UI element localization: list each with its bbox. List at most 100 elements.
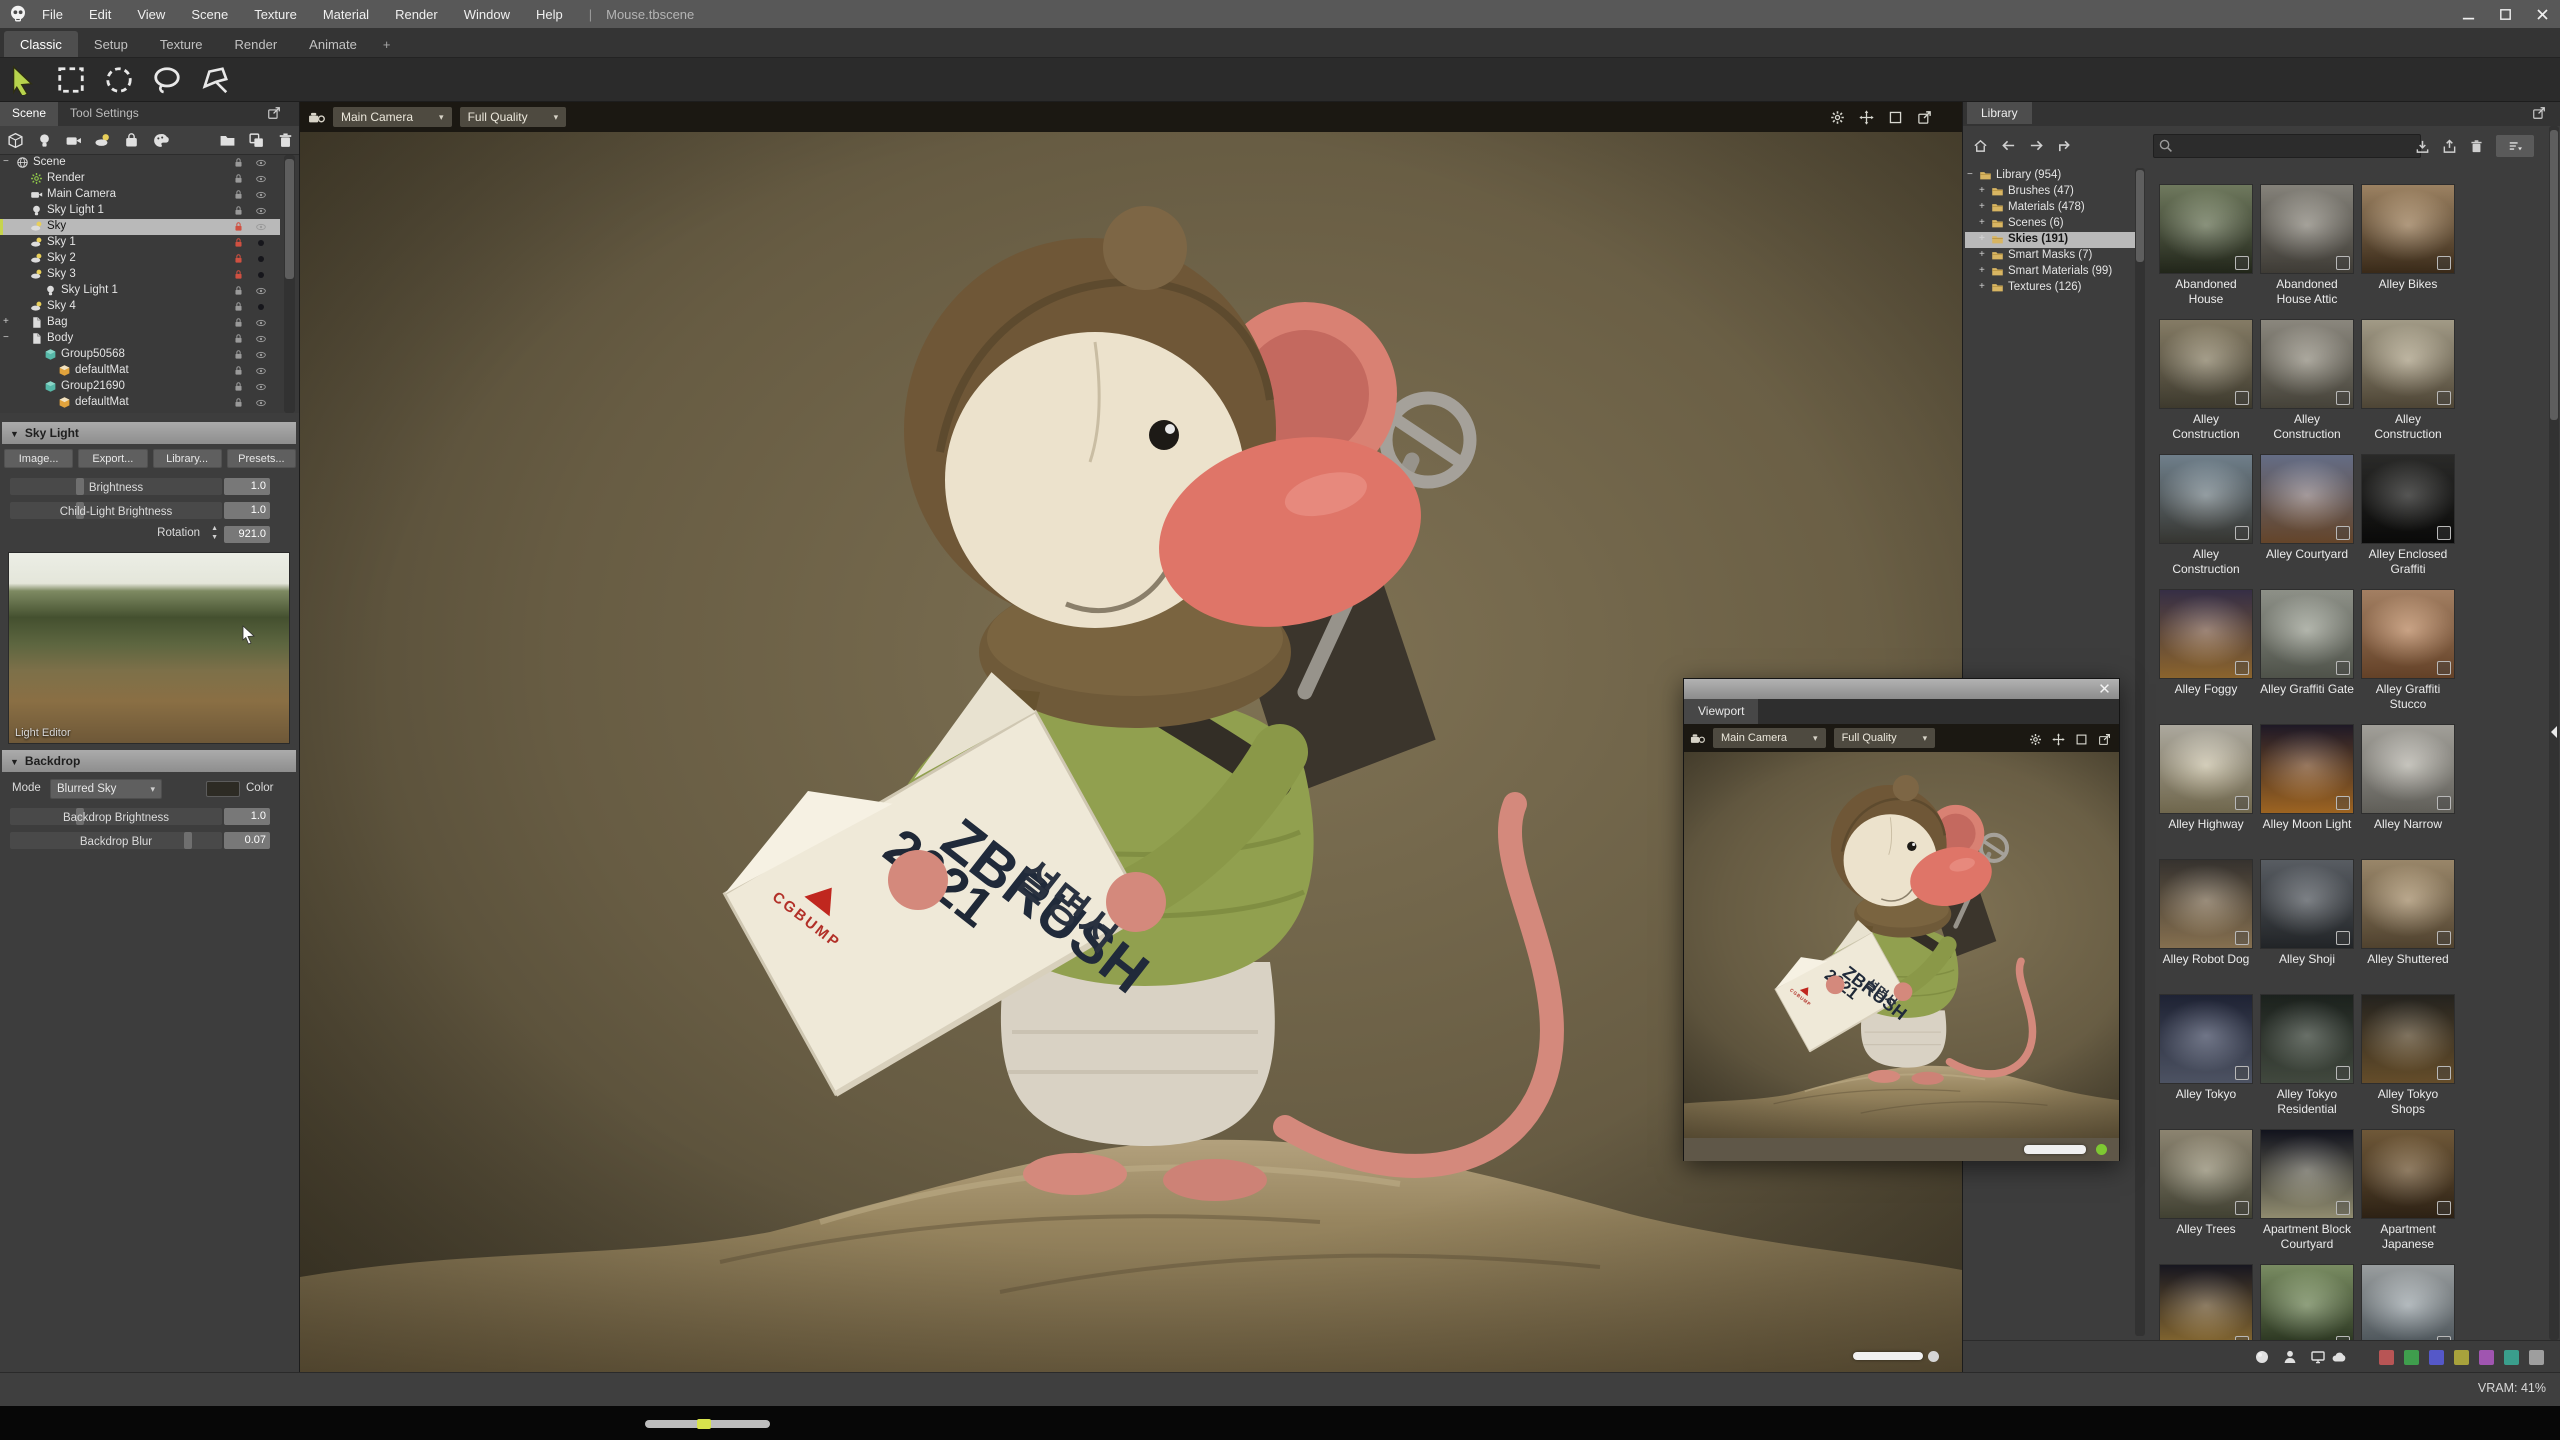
panel-collapse-arrow-icon[interactable] [2549,724,2559,740]
move-viewport-icon[interactable] [1859,110,1874,125]
menu-help[interactable]: Help [536,7,563,22]
sky-thumbnail-image[interactable] [2361,454,2455,544]
camera-dropdown[interactable]: Main Camera▾ [1713,728,1826,748]
sky-thumbnail-alley-shuttered[interactable]: Alley Shuttered [2361,859,2455,967]
lock-icon[interactable] [233,205,244,216]
scene-tree-item-defaultmat[interactable]: defaultMat [0,363,280,379]
frame-viewport-icon[interactable] [1888,110,1903,125]
menu-render[interactable]: Render [395,7,438,22]
sky-thumbnail-alley-construction[interactable]: Alley Construction [2159,454,2253,577]
thumbnail-checkbox[interactable] [2336,661,2350,675]
sky-light-button-export[interactable]: Export... [78,449,147,468]
sky-thumbnail-image[interactable] [2260,859,2354,949]
tree-expander[interactable]: + [1979,233,1985,244]
sky-thumbnail-alley-tokyo[interactable]: Alley Tokyo [2159,994,2253,1102]
sky-thumbnail-alley-shoji[interactable]: Alley Shoji [2260,859,2354,967]
thumbnail-checkbox[interactable] [2235,661,2249,675]
import-download-icon[interactable] [2415,139,2430,154]
scene-tree-item-sky-light-1[interactable]: Sky Light 1 [0,283,280,299]
sky-thumbnail-alley-bikes[interactable]: Alley Bikes [2361,184,2455,292]
thumbnail-checkbox[interactable] [2437,796,2451,810]
scene-tree-item-sky-light-1[interactable]: Sky Light 1 [0,203,280,219]
delete-trash-icon[interactable] [2469,139,2484,154]
add-camera-button[interactable] [65,132,82,149]
backdrop-brightness-value[interactable]: 1.0 [224,808,270,825]
add-cube-button[interactable] [7,132,24,149]
visibility-icon[interactable] [255,173,267,185]
sky-thumbnail-image[interactable] [2159,184,2253,274]
sky-thumbnail-image[interactable] [2260,319,2354,409]
tool-cursor-icon[interactable] [8,65,38,95]
thumbnail-checkbox[interactable] [2437,1201,2451,1215]
quality-dropdown[interactable]: Full Quality▾ [1834,728,1936,748]
tab-viewport[interactable]: Viewport [1684,699,1758,724]
sky-thumbnail-image[interactable] [2260,589,2354,679]
sky-thumbnail-image[interactable] [2260,184,2354,274]
scene-tree-item-scene[interactable]: −Scene [0,155,280,171]
menu-file[interactable]: File [42,7,63,22]
visibility-icon[interactable] [255,253,267,265]
lock-icon[interactable] [233,333,244,344]
sky-thumbnail-alley-graffiti-stucco[interactable]: Alley Graffiti Stucco [2361,589,2455,712]
library-tree-scrollbar[interactable] [2135,168,2145,1336]
sky-thumbnail-abandoned-house[interactable]: Abandoned House [2159,184,2253,307]
backdrop-brightness-slider[interactable]: Backdrop Brightness [10,808,222,825]
scene-tree-item-body[interactable]: −Body [0,331,280,347]
lock-icon[interactable] [233,157,244,168]
thumbnail-checkbox[interactable] [2235,391,2249,405]
tab-library[interactable]: Library [1967,102,2032,124]
thumbnail-checkbox[interactable] [2235,796,2249,810]
lock-icon[interactable] [233,301,244,312]
visibility-icon[interactable] [255,221,267,233]
lock-icon[interactable] [233,221,244,232]
tool-marquee-ellipse-icon[interactable] [104,65,134,95]
library-folder-brushes[interactable]: +Brushes (47) [1965,184,2141,200]
camera-dropdown[interactable]: Main Camera▾ [333,107,452,127]
visibility-icon[interactable] [255,333,267,345]
panel-tab-scene[interactable]: Scene [0,102,58,126]
backdrop-mode-dropdown[interactable]: Blurred Sky▾ [50,779,162,799]
sky-thumbnail-alley-construction[interactable]: Alley Construction [2361,319,2455,442]
lock-icon[interactable] [233,237,244,248]
sky-thumbnail-alley-highway[interactable]: Alley Highway [2159,724,2253,832]
scene-tree-item-sky-4[interactable]: Sky 4 [0,299,280,315]
panel-tab-tool-settings[interactable]: Tool Settings [58,102,151,126]
thumbnail-checkbox[interactable] [2437,931,2451,945]
lock-icon[interactable] [233,381,244,392]
tag-color-chip[interactable] [2429,1350,2444,1365]
settings-gear-icon[interactable] [2029,733,2042,746]
sky-thumbnail-image[interactable] [2159,859,2253,949]
sky-thumbnail-alley-construction[interactable]: Alley Construction [2260,319,2354,442]
visibility-icon[interactable] [255,301,267,313]
lock-icon[interactable] [233,269,244,280]
sky-thumbnail-alley-tokyo-shops[interactable]: Alley Tokyo Shops [2361,994,2455,1117]
sky-thumbnail-image[interactable] [2260,724,2354,814]
sky-thumbnail-apartment-block-courtyard[interactable]: Apartment Block Courtyard [2260,1129,2354,1252]
thumbnail-checkbox[interactable] [2336,1201,2350,1215]
sky-thumbnail-image[interactable] [2361,1129,2455,1219]
sky-preview-image[interactable]: Light Editor [8,552,290,744]
thumbnail-checkbox[interactable] [2336,391,2350,405]
sky-thumbnail-image[interactable] [2361,319,2455,409]
monitor-icon[interactable] [2310,1349,2326,1365]
thumbnail-checkbox[interactable] [2437,526,2451,540]
library-folder-textures[interactable]: +Textures (126) [1965,280,2141,296]
menu-texture[interactable]: Texture [254,7,297,22]
lock-icon[interactable] [233,173,244,184]
lock-icon[interactable] [233,397,244,408]
thumbnail-checkbox[interactable] [2235,526,2249,540]
scene-tree-item-defaultmat[interactable]: defaultMat [0,395,280,411]
tag-color-chip[interactable] [2454,1350,2469,1365]
thumbnail-checkbox[interactable] [2235,1201,2249,1215]
scene-tree-item-bag[interactable]: +Bag [0,315,280,331]
move-viewport-icon[interactable] [2052,733,2065,746]
scene-tree-item-sky-3[interactable]: Sky 3 [0,267,280,283]
thumbnail-checkbox[interactable] [2336,796,2350,810]
sky-thumbnail-alley-narrow[interactable]: Alley Narrow [2361,724,2455,832]
sky-thumbnail-image[interactable] [2159,589,2253,679]
up-level-icon[interactable] [2057,138,2072,153]
visibility-icon[interactable] [255,205,267,217]
tree-expander[interactable]: + [1979,265,1985,276]
sky-thumbnail-image[interactable] [2361,859,2455,949]
sky-thumbnail-image[interactable] [2159,1129,2253,1219]
